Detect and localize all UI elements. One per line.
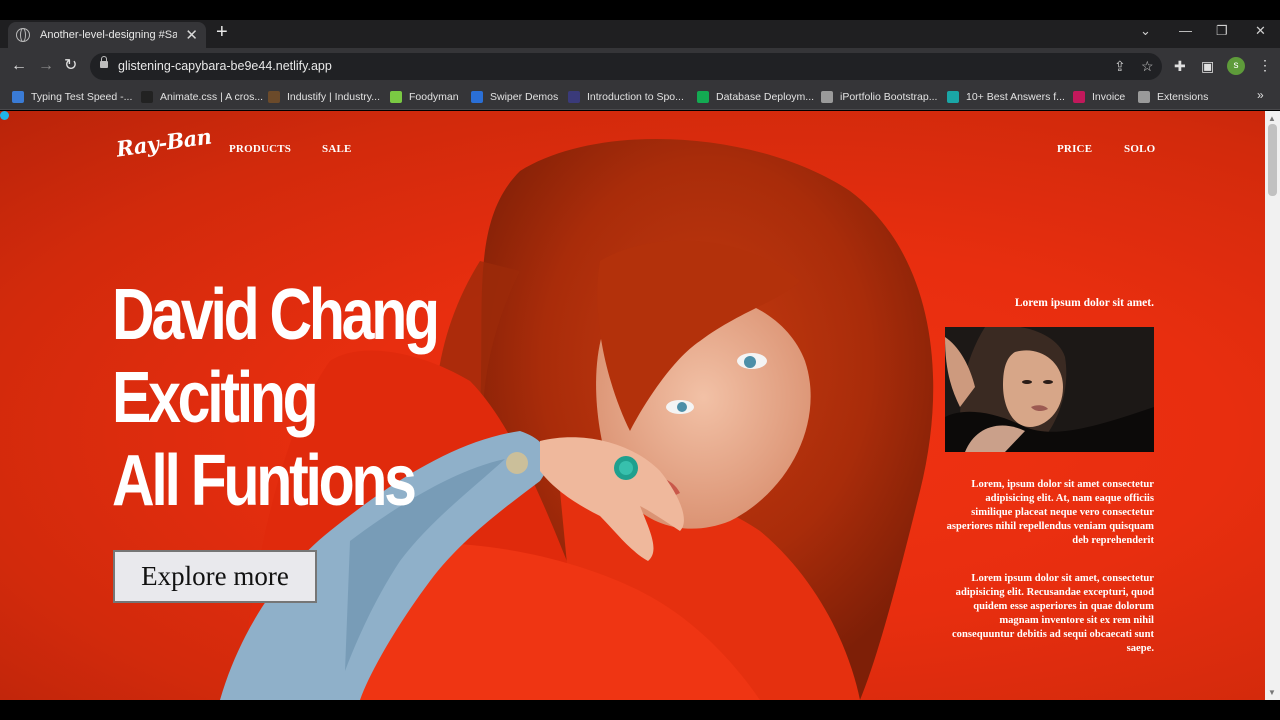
screen-top-border (0, 0, 1280, 20)
back-icon[interactable]: ← (11, 56, 27, 76)
window-close-icon[interactable]: ✕ (1255, 24, 1266, 38)
url-text[interactable]: glistening-capybara-be9e44.netlify.app (118, 59, 332, 73)
bookmark-favicon-icon (1073, 91, 1085, 103)
bookmark-item[interactable]: Extensions (1138, 89, 1208, 105)
globe-icon (16, 28, 30, 42)
bookmark-label: Typing Test Speed -... (31, 91, 133, 103)
forward-icon[interactable]: → (38, 56, 54, 76)
bookmark-favicon-icon (12, 91, 24, 103)
side-portrait-photo (945, 327, 1154, 452)
bookmark-item[interactable]: Industify | Industry... (268, 89, 380, 105)
bookmark-item[interactable]: iPortfolio Bootstrap... (821, 89, 937, 105)
side-panel-icon[interactable]: ▣ (1201, 58, 1214, 74)
active-tab[interactable]: Another-level-designing #Sagar ✕ (8, 22, 206, 48)
bookmark-label: Invoice (1092, 91, 1126, 103)
page-scrollbar[interactable] (1265, 111, 1280, 700)
bookmark-item[interactable]: 10+ Best Answers f... (947, 89, 1065, 105)
scroll-up-icon[interactable]: ▲ (1268, 114, 1276, 123)
headline-line: Exciting (112, 358, 319, 438)
bookmark-label: 10+ Best Answers f... (966, 91, 1065, 103)
hero-headline: David Chang Exciting All Funtions (112, 274, 440, 523)
bookmark-item[interactable]: Introduction to Spo... (568, 89, 684, 105)
tab-strip: Another-level-designing #Sagar ✕ (0, 20, 1280, 48)
bookmark-label: Database Deploym... (716, 91, 815, 103)
headline-line: All Funtions (112, 441, 417, 521)
profile-avatar[interactable]: s (1227, 57, 1245, 75)
bookmark-item[interactable]: Typing Test Speed -... (12, 89, 132, 105)
minimize-icon[interactable]: — (1179, 24, 1192, 38)
scrollbar-thumb[interactable] (1268, 124, 1277, 196)
tab-search-icon[interactable]: ⌄ (1140, 24, 1151, 38)
more-menu-icon[interactable]: ⋮ (1258, 57, 1272, 73)
close-icon[interactable]: ✕ (185, 28, 198, 43)
bookmark-item[interactable]: Invoice (1073, 89, 1125, 105)
reload-icon[interactable]: ↻ (64, 56, 77, 76)
bookmark-favicon-icon (821, 91, 833, 103)
bookmark-item[interactable]: Swiper Demos (471, 89, 558, 105)
headline-line: David Chang (112, 275, 440, 355)
bookmark-favicon-icon (697, 91, 709, 103)
cursor-follower-dot (0, 111, 9, 120)
bookmark-label: Introduction to Spo... (587, 91, 684, 103)
bookmark-label: iPortfolio Bootstrap... (840, 91, 938, 103)
bookmark-favicon-icon (268, 91, 280, 103)
bookmark-favicon-icon (568, 91, 580, 103)
bookmark-favicon-icon (947, 91, 959, 103)
nav-sale[interactable]: SALE (322, 143, 352, 155)
bookmark-star-icon[interactable]: ☆ (1141, 58, 1154, 74)
side-paragraph-2: Lorem ipsum dolor sit amet, consectetur … (951, 573, 1154, 654)
lock-icon[interactable] (100, 56, 108, 68)
bookmark-label: Extensions (1157, 91, 1209, 103)
screen-bottom-border (0, 700, 1280, 720)
page-viewport: Ray-Ban PRODUCTS SALE PRICE SOLO David C… (0, 111, 1265, 700)
bookmark-label: Animate.css | A cros... (160, 91, 264, 103)
more-bookmarks-icon[interactable]: » (1257, 88, 1264, 102)
explore-more-button[interactable]: Explore more (113, 550, 317, 603)
bookmark-item[interactable]: Database Deploym... (697, 89, 814, 105)
extensions-puzzle-icon[interactable]: ✚ (1174, 58, 1186, 74)
maximize-icon[interactable]: ❐ (1216, 24, 1228, 38)
bookmark-item[interactable]: Animate.css | A cros... (141, 89, 263, 105)
side-lead-text: Lorem ipsum dolor sit amet. (1014, 297, 1154, 309)
bookmark-item[interactable]: Foodyman (390, 89, 459, 105)
new-tab-icon[interactable]: + (216, 22, 228, 42)
share-icon[interactable]: ⇪ (1114, 58, 1126, 74)
scroll-down-icon[interactable]: ▼ (1268, 688, 1276, 697)
bookmark-favicon-icon (141, 91, 153, 103)
nav-price[interactable]: PRICE (1057, 143, 1092, 155)
side-paragraph-1: Lorem, ipsum dolor sit amet consectetur … (946, 479, 1154, 546)
tab-title: Another-level-designing #Sagar (40, 29, 178, 41)
bookmark-label: Swiper Demos (490, 91, 559, 103)
bookmark-favicon-icon (390, 91, 402, 103)
bookmark-label: Foodyman (409, 91, 459, 103)
nav-products[interactable]: PRODUCTS (229, 143, 291, 155)
bookmark-label: Industify | Industry... (287, 91, 380, 103)
bookmark-favicon-icon (471, 91, 483, 103)
nav-solo[interactable]: SOLO (1124, 143, 1155, 155)
bookmark-favicon-icon (1138, 91, 1150, 103)
